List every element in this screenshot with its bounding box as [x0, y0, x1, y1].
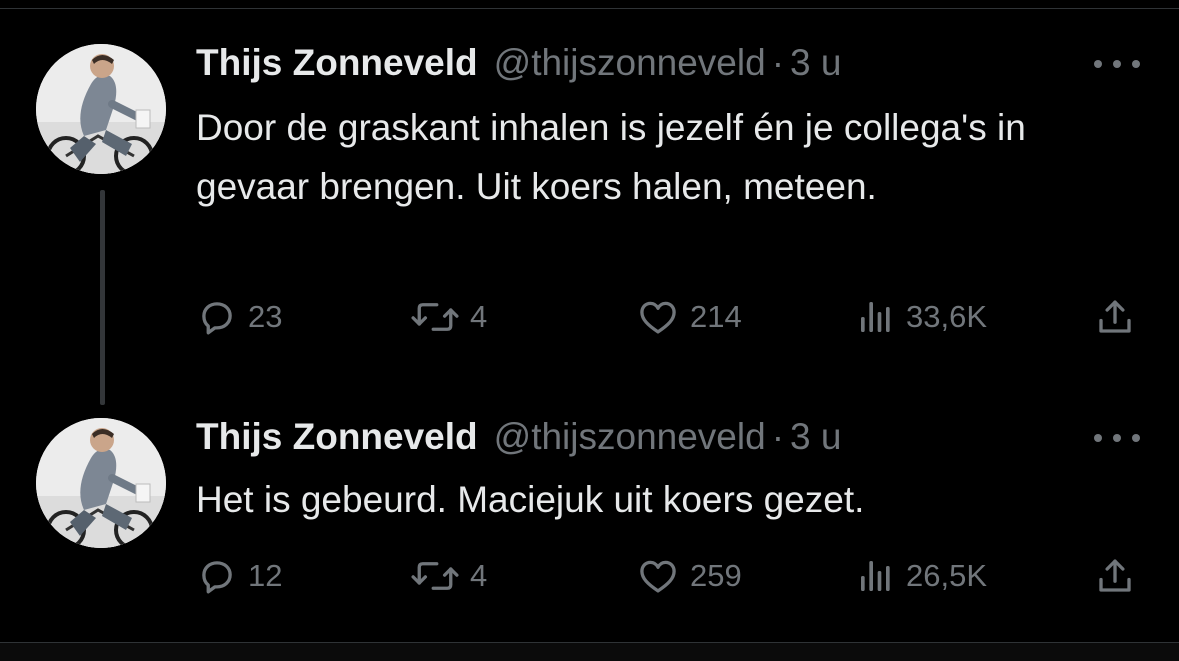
heart-icon — [640, 560, 676, 593]
tweet-header: Thijs Zonneveld @thijszonneveld · 3 u — [196, 42, 841, 88]
retweet-button[interactable]: 4 — [410, 296, 487, 338]
display-name[interactable]: Thijs Zonneveld — [196, 416, 478, 458]
speech-bubble-icon — [202, 561, 232, 594]
speech-bubble-icon — [202, 302, 232, 335]
views-count: 26,5K — [906, 558, 988, 593]
tweet-actions: 23 4 214 33,6K — [0, 296, 1179, 340]
timestamp[interactable]: 3 u — [790, 42, 841, 84]
tweet-text: Het is gebeurd. Maciejuk uit koers gezet… — [196, 479, 865, 520]
reply-button[interactable]: 23 — [196, 296, 282, 338]
bottom-edge — [0, 642, 1179, 661]
more-dots-icon[interactable] — [1094, 428, 1140, 448]
like-count: 259 — [690, 558, 742, 593]
avatar[interactable] — [36, 44, 166, 174]
share-button[interactable] — [1094, 296, 1136, 338]
top-edge — [0, 0, 1179, 9]
share-button[interactable] — [1094, 555, 1136, 597]
separator-dot: · — [771, 416, 785, 457]
avatar[interactable] — [36, 418, 166, 548]
user-handle[interactable]: @thijszonneveld — [494, 42, 766, 84]
retweet-button[interactable]: 4 — [410, 555, 487, 597]
bar-chart-icon — [861, 561, 890, 591]
views-button[interactable]: 26,5K — [856, 555, 987, 597]
tweet-actions: 12 4 259 26,5K — [0, 555, 1179, 599]
like-button[interactable]: 259 — [636, 555, 742, 597]
reply-count: 12 — [248, 558, 283, 593]
heart-icon — [640, 301, 676, 334]
timestamp[interactable]: 3 u — [790, 416, 841, 458]
like-count: 214 — [690, 299, 742, 334]
retweet-count: 4 — [470, 558, 488, 593]
retweet-count: 4 — [470, 299, 488, 334]
like-button[interactable]: 214 — [636, 296, 742, 338]
user-handle[interactable]: @thijszonneveld — [494, 416, 766, 458]
bar-chart-icon — [861, 302, 890, 332]
retweet-arrows-icon — [411, 562, 459, 590]
separator-dot: · — [771, 42, 785, 83]
share-upload-icon — [1099, 300, 1131, 333]
tweet-text: Door de graskant inhalen is jezelf én je… — [196, 107, 1026, 207]
display-name[interactable]: Thijs Zonneveld — [196, 42, 478, 84]
more-dots-icon[interactable] — [1094, 54, 1140, 74]
retweet-arrows-icon — [411, 303, 459, 331]
reply-count: 23 — [248, 299, 283, 334]
views-count: 33,6K — [906, 299, 988, 334]
share-upload-icon — [1099, 559, 1131, 592]
views-button[interactable]: 33,6K — [856, 296, 987, 338]
tweet-header: Thijs Zonneveld @thijszonneveld · 3 u — [196, 416, 841, 462]
reply-button[interactable]: 12 — [196, 555, 282, 597]
